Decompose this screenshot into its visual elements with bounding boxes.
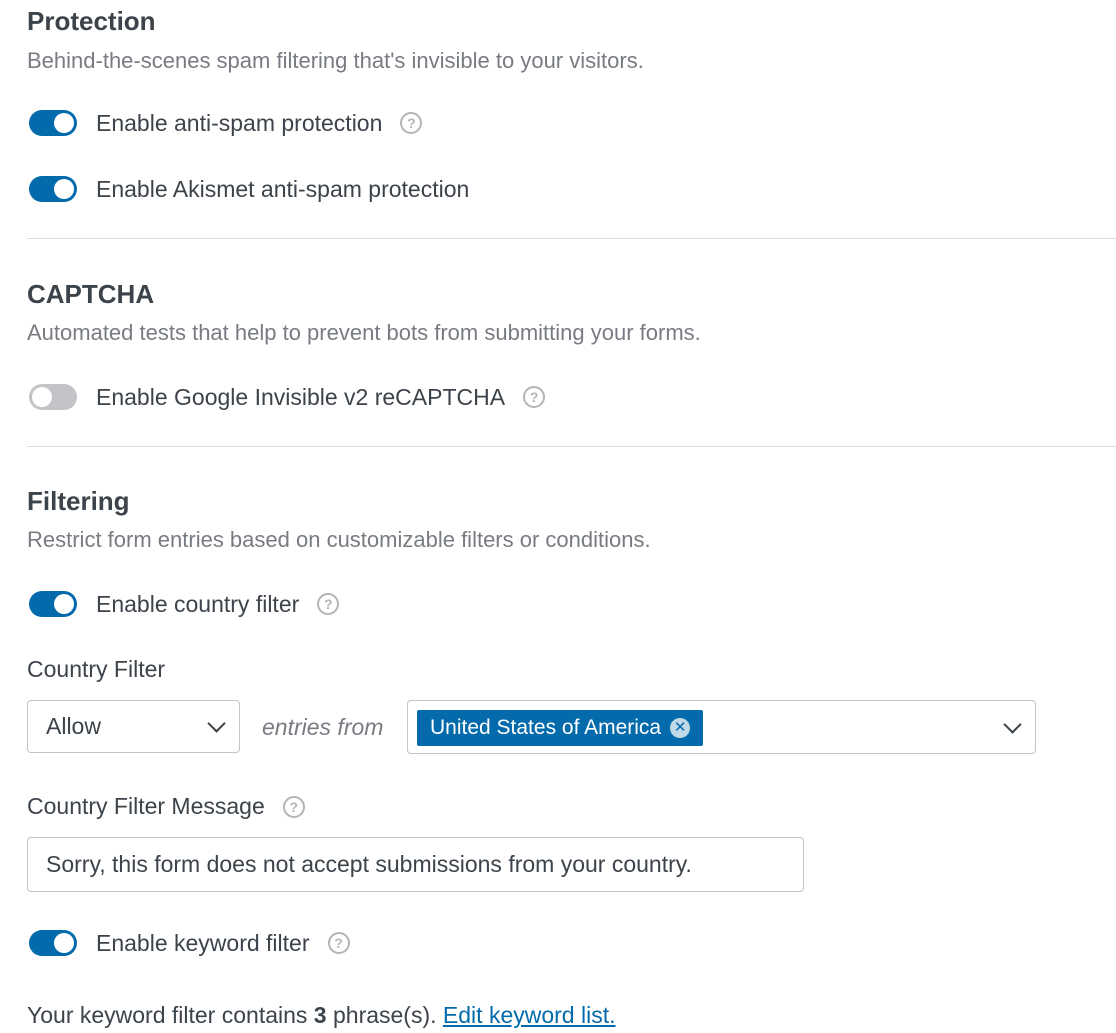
recaptcha-label: Enable Google Invisible v2 reCAPTCHA [96, 383, 506, 410]
remove-chip-icon[interactable]: ✕ [670, 718, 691, 738]
question-circle-icon[interactable]: ? [523, 386, 546, 408]
antispam-toggle[interactable] [29, 110, 77, 136]
keyword-count: 3 [313, 1002, 327, 1028]
protection-description: Behind-the-scenes spam filtering that's … [27, 48, 644, 73]
country-filter-toggle-label: Enable country filter [96, 590, 300, 617]
chevron-down-icon [1003, 715, 1022, 734]
country-message-label-text: Country Filter Message [27, 793, 265, 819]
antispam-row: Enable anti-spam protection ? [29, 106, 423, 140]
keyword-filter-toggle[interactable] [29, 930, 77, 956]
toggle-knob [54, 933, 74, 953]
akismet-row: Enable Akismet anti-spam protection [29, 172, 469, 206]
protection-heading: Protection [27, 6, 156, 36]
toggle-knob [54, 113, 74, 133]
recaptcha-row: Enable Google Invisible v2 reCAPTCHA ? [29, 380, 546, 414]
toggle-knob [54, 179, 74, 199]
country-multi-select[interactable]: United States of America ✕ [407, 700, 1036, 754]
country-message-input[interactable] [27, 837, 804, 892]
chevron-down-icon [207, 714, 226, 733]
country-filter-label: Country Filter [27, 658, 165, 681]
question-circle-icon[interactable]: ? [327, 932, 350, 954]
toggle-knob [32, 387, 52, 407]
keyword-filter-row: Enable keyword filter ? [29, 926, 350, 960]
country-filter-toggle[interactable] [29, 591, 77, 617]
recaptcha-toggle[interactable] [29, 384, 77, 410]
akismet-toggle[interactable] [29, 176, 77, 202]
keyword-summary-prefix: Your keyword filter contains [27, 1002, 308, 1028]
country-filter-action-value: Allow [46, 713, 101, 739]
section-divider [27, 238, 1116, 239]
question-circle-icon[interactable]: ? [317, 593, 340, 615]
captcha-heading: CAPTCHA [27, 279, 155, 309]
filtering-description: Restrict form entries based on customiza… [27, 527, 651, 552]
filtering-heading: Filtering [27, 486, 130, 516]
country-message-label: Country Filter Message ? [27, 795, 305, 818]
country-filter-row: Enable country filter ? [29, 587, 340, 621]
edit-keyword-list-link[interactable]: Edit keyword list. [443, 1002, 616, 1028]
keyword-summary-suffix: phrase(s). [332, 1002, 437, 1028]
toggle-knob [54, 594, 74, 614]
keyword-filter-toggle-label: Enable keyword filter [96, 929, 310, 956]
country-chip-label: United States of America [430, 716, 662, 739]
section-divider [27, 446, 1116, 447]
question-circle-icon[interactable]: ? [400, 112, 423, 134]
country-chip: United States of America ✕ [417, 710, 704, 746]
akismet-label: Enable Akismet anti-spam protection [96, 175, 470, 202]
country-filter-label-text: Country Filter [27, 656, 166, 682]
question-circle-icon[interactable]: ? [282, 795, 305, 818]
keyword-summary: Your keyword filter contains 3 phrase(s)… [27, 1004, 615, 1027]
antispam-label: Enable anti-spam protection [96, 109, 383, 136]
country-filter-connector: entries from [262, 714, 384, 740]
spam-protection-settings: Protection Behind-the-scenes spam filter… [0, 0, 1116, 1033]
country-filter-action-select[interactable]: Allow [27, 700, 240, 753]
captcha-description: Automated tests that help to prevent bot… [27, 320, 701, 345]
